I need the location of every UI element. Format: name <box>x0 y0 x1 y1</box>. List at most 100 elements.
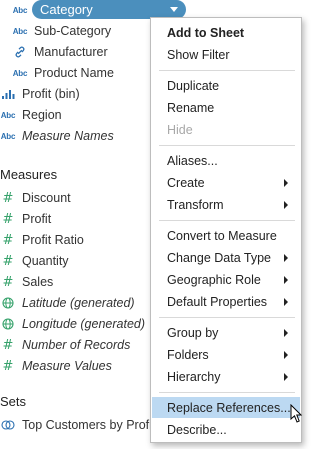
menu-item-rename[interactable]: Rename <box>152 97 300 118</box>
menu-separator <box>159 317 295 318</box>
field-top-customers-set[interactable]: Top Customers by Profit <box>0 415 155 435</box>
context-menu: Add to Sheet Show Filter Duplicate Renam… <box>150 17 302 443</box>
submenu-arrow-icon <box>284 201 288 209</box>
menu-separator <box>159 392 295 393</box>
submenu-arrow-icon <box>284 373 288 381</box>
menu-item-default-properties[interactable]: Default Properties <box>152 291 300 312</box>
field-profit-bin[interactable]: Profit (bin) <box>0 84 80 104</box>
submenu-arrow-icon <box>284 254 288 262</box>
menu-item-label: Group by <box>167 325 219 340</box>
submenu-arrow-icon <box>284 179 288 187</box>
field-profit-ratio[interactable]: # Profit Ratio <box>0 230 84 250</box>
link-icon <box>12 44 28 60</box>
field-label: Category <box>40 2 93 17</box>
field-sub-category[interactable]: Abc Sub-Category <box>12 21 111 41</box>
menu-item-describe[interactable]: Describe... <box>152 419 300 440</box>
menu-item-label: Hierarchy <box>167 369 221 384</box>
menu-item-replace-references[interactable]: Replace References... <box>152 397 300 418</box>
field-label: Top Customers by Profit <box>22 418 156 432</box>
submenu-arrow-icon <box>284 276 288 284</box>
number-icon: # <box>2 274 14 290</box>
field-label: Product Name <box>34 66 114 80</box>
menu-item-hide: Hide <box>152 119 300 140</box>
menu-item-label: Describe... <box>167 422 227 437</box>
globe-icon <box>0 316 16 332</box>
number-icon: # <box>2 190 14 206</box>
menu-item-group-by[interactable]: Group by <box>152 322 300 343</box>
menu-item-label: Show Filter <box>167 47 230 62</box>
submenu-arrow-icon <box>284 351 288 359</box>
menu-item-transform[interactable]: Transform <box>152 194 300 215</box>
abc-icon: Abc <box>0 131 16 141</box>
menu-item-label: Default Properties <box>167 294 268 309</box>
menu-item-change-data-type[interactable]: Change Data Type <box>152 247 300 268</box>
field-label: Sales <box>22 275 54 289</box>
menu-item-label: Rename <box>167 100 215 115</box>
field-label: Measure Values <box>22 359 112 373</box>
number-icon: # <box>2 337 14 353</box>
field-product-name[interactable]: Abc Product Name <box>12 63 114 83</box>
abc-icon: Abc <box>0 110 16 120</box>
field-label: Profit (bin) <box>22 87 80 101</box>
bin-bars-icon <box>0 86 16 102</box>
field-label: Sub-Category <box>34 24 112 38</box>
submenu-arrow-icon <box>284 298 288 306</box>
field-label: Profit <box>22 212 52 226</box>
abc-icon: Abc <box>12 26 28 36</box>
menu-item-label: Aliases... <box>167 153 218 168</box>
menu-item-convert-to-measure[interactable]: Convert to Measure <box>152 225 300 246</box>
field-measure-values[interactable]: # Measure Values <box>0 356 112 376</box>
menu-item-label: Change Data Type <box>167 250 272 265</box>
field-label: Region <box>22 108 62 122</box>
field-manufacturer[interactable]: Manufacturer <box>12 42 108 62</box>
menu-item-geographic-role[interactable]: Geographic Role <box>152 269 300 290</box>
field-label: Quantity <box>22 254 69 268</box>
number-icon: # <box>2 253 14 269</box>
menu-item-label: Duplicate <box>167 78 220 93</box>
menu-item-label: Create <box>167 175 205 190</box>
submenu-arrow-icon <box>284 329 288 337</box>
field-region[interactable]: Abc Region <box>0 105 62 125</box>
field-number-of-records[interactable]: # Number of Records <box>0 335 131 355</box>
field-label: Latitude (generated) <box>22 296 135 310</box>
field-label: Discount <box>22 191 71 205</box>
menu-item-label: Convert to Measure <box>167 228 277 243</box>
menu-item-duplicate[interactable]: Duplicate <box>152 75 300 96</box>
menu-item-folders[interactable]: Folders <box>152 344 300 365</box>
number-icon: # <box>2 358 14 374</box>
field-quantity[interactable]: # Quantity <box>0 251 69 271</box>
field-label: Number of Records <box>22 338 131 352</box>
field-label: Profit Ratio <box>22 233 84 247</box>
menu-separator <box>159 70 295 71</box>
mouse-pointer-icon <box>290 403 303 427</box>
menu-item-label: Transform <box>167 197 224 212</box>
field-label: Measure Names <box>22 129 114 143</box>
field-sales[interactable]: # Sales <box>0 272 54 292</box>
menu-item-create[interactable]: Create <box>152 172 300 193</box>
menu-item-label: Hide <box>167 122 193 137</box>
menu-separator <box>159 220 295 221</box>
number-icon: # <box>2 211 14 227</box>
abc-icon: Abc <box>12 68 28 78</box>
field-measure-names[interactable]: Abc Measure Names <box>0 126 114 146</box>
field-label: Longitude (generated) <box>22 317 146 331</box>
sets-section-title: Sets <box>0 394 27 409</box>
menu-item-aliases[interactable]: Aliases... <box>152 150 300 171</box>
number-icon: # <box>2 232 14 248</box>
menu-item-hierarchy[interactable]: Hierarchy <box>152 366 300 387</box>
globe-icon <box>0 295 16 311</box>
field-latitude[interactable]: Latitude (generated) <box>0 293 135 313</box>
abc-icon: Abc <box>12 5 28 15</box>
dropdown-caret-icon[interactable] <box>170 7 178 12</box>
measures-section-title: Measures <box>0 167 58 182</box>
field-category[interactable]: Abc <box>12 0 28 20</box>
menu-item-show-filter[interactable]: Show Filter <box>152 44 300 65</box>
menu-item-label: Geographic Role <box>167 272 261 287</box>
menu-item-label: Add to Sheet <box>167 25 245 40</box>
field-profit[interactable]: # Profit <box>0 209 52 229</box>
field-label: Manufacturer <box>34 45 108 59</box>
set-icon <box>0 417 16 433</box>
menu-item-add-to-sheet[interactable]: Add to Sheet <box>152 22 300 43</box>
field-longitude[interactable]: Longitude (generated) <box>0 314 145 334</box>
field-discount[interactable]: # Discount <box>0 188 71 208</box>
